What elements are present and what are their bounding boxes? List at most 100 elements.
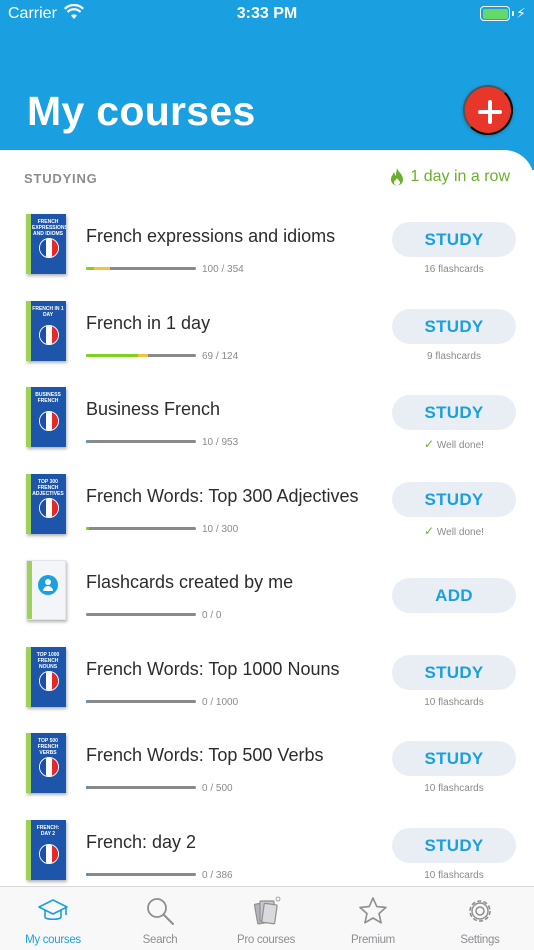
progress-learning — [86, 872, 89, 876]
battery-icon — [480, 6, 510, 21]
cover-spine — [26, 733, 31, 793]
course-row[interactable]: BUSINESS FRENCH Business French 10 / 953… — [0, 385, 534, 471]
course-row[interactable]: TOP 1000 FRENCH NOUNS French Words: Top … — [0, 645, 534, 731]
course-cover: FRENCH EXPRESSIONS AND IDIOMS — [26, 214, 66, 274]
course-cover — [26, 560, 66, 620]
course-title[interactable]: French expressions and idioms — [86, 226, 335, 247]
cover-title: TOP 300 FRENCH ADJECTIVES — [32, 478, 64, 497]
tab-settings[interactable]: Settings — [427, 887, 533, 950]
study-button[interactable]: STUDY — [392, 481, 516, 517]
study-button[interactable]: STUDY — [392, 395, 516, 430]
course-title[interactable]: French Words: Top 1000 Nouns — [86, 659, 339, 680]
page-title: My courses — [27, 88, 256, 134]
progress-learning — [137, 353, 148, 357]
france-flag-icon — [39, 843, 59, 864]
course-status: 16 flashcards — [424, 264, 484, 275]
cards-icon — [253, 896, 281, 925]
cover-title: TOP 1000 FRENCH NOUNS — [36, 651, 60, 670]
graduation-cap-icon — [38, 899, 68, 921]
course-cover: FRENCH: DAY 2 — [26, 819, 66, 880]
cover-title: TOP 500 FRENCH VERBS — [37, 738, 59, 756]
gear-icon — [469, 900, 491, 922]
course-title[interactable]: French: day 2 — [86, 832, 196, 853]
course-row[interactable]: FRENCH EXPRESSIONS AND IDIOMS French exp… — [0, 212, 534, 298]
check-icon: ✓ — [424, 523, 435, 538]
course-cover: TOP 300 FRENCH ADJECTIVES — [26, 473, 66, 534]
tab-label: Premium — [351, 934, 395, 946]
flame-icon — [391, 168, 404, 186]
search-icon — [147, 898, 174, 925]
study-button[interactable]: STUDY — [392, 827, 516, 863]
star-icon — [359, 897, 387, 924]
cover-spine — [26, 214, 31, 274]
tab-label: My courses — [25, 934, 81, 946]
tab-label: Settings — [460, 934, 500, 946]
course-title[interactable]: Business French — [86, 399, 220, 420]
course-row[interactable]: TOP 300 FRENCH ADJECTIVES French Words: … — [0, 472, 534, 558]
progress-bar — [86, 872, 196, 876]
add-course-button[interactable] — [463, 85, 513, 135]
course-list[interactable]: STUDYING 1 day in a row FRENCH EXPRESSIO… — [0, 150, 534, 890]
tab-my-courses[interactable]: My courses — [0, 887, 106, 950]
progress-known — [86, 526, 90, 530]
progress-text: 0 / 0 — [202, 610, 222, 621]
course-cover: TOP 500 FRENCH VERBS — [26, 733, 66, 793]
progress-text: 100 / 354 — [202, 264, 244, 275]
cover-title: FRENCH IN 1 DAY — [32, 305, 64, 318]
course-title[interactable]: French in 1 day — [86, 313, 210, 334]
tab-label: Search — [142, 934, 178, 946]
tab-search[interactable]: Search — [107, 887, 213, 950]
check-icon: ✓ — [424, 437, 435, 451]
add-flashcards-button[interactable]: ADD — [392, 578, 516, 613]
france-flag-icon — [39, 670, 59, 691]
cover-spine — [26, 646, 31, 707]
clock: 3:33 PM — [236, 5, 298, 22]
tab-bar: My courses Search Pro courses Premium Se… — [0, 886, 534, 950]
streak-text: 1 day in a row — [410, 168, 510, 185]
course-status: ✓ Well done! — [392, 437, 516, 451]
progress-bar — [86, 786, 196, 789]
progress-known — [86, 353, 138, 357]
cover-title: FRENCH: DAY 2 — [36, 824, 60, 837]
study-button[interactable]: STUDY — [392, 654, 516, 690]
course-status: ✓ Well done! — [392, 524, 516, 538]
cover-spine — [26, 819, 31, 880]
course-status: 9 flashcards — [427, 350, 481, 362]
progress-learning — [86, 440, 88, 443]
course-row[interactable]: FRENCH: DAY 2 French: day 2 0 / 386 STUD… — [0, 818, 534, 891]
tab-pro-courses[interactable]: Pro courses — [213, 887, 319, 950]
course-row[interactable]: FRENCH IN 1 DAY French in 1 day 69 / 124… — [0, 299, 534, 385]
progress-text: 69 / 124 — [202, 350, 239, 362]
progress-bar — [86, 267, 196, 270]
charging-icon: ⚡ — [516, 5, 526, 21]
progress-bar — [86, 526, 196, 530]
study-button[interactable]: STUDY — [392, 222, 516, 257]
course-status: 10 flashcards — [424, 869, 484, 881]
france-flag-icon — [39, 497, 59, 518]
course-title[interactable]: French Words: Top 300 Adjectives — [86, 486, 358, 507]
course-status-text: Well done! — [436, 526, 484, 538]
cover-spine — [26, 473, 31, 534]
course-cover: FRENCH IN 1 DAY — [26, 300, 66, 361]
course-row[interactable]: Flashcards created by me 0 / 0 ADD — [0, 558, 534, 644]
course-row[interactable]: TOP 500 FRENCH VERBS French Words: Top 5… — [0, 731, 534, 817]
study-button[interactable]: STUDY — [392, 308, 516, 344]
progress-text: 0 / 386 — [202, 869, 233, 881]
course-title[interactable]: French Words: Top 500 Verbs — [86, 745, 323, 766]
progress-known — [86, 267, 94, 270]
france-flag-icon — [39, 757, 59, 777]
course-cover: TOP 1000 FRENCH NOUNS — [26, 646, 66, 707]
progress-text: 10 / 953 — [202, 437, 239, 448]
cover-title: BUSINESS FRENCH — [35, 392, 61, 404]
course-title[interactable]: Flashcards created by me — [86, 572, 293, 593]
progress-learning — [93, 267, 111, 270]
progress-bar — [86, 353, 196, 357]
tab-premium[interactable]: Premium — [320, 887, 426, 950]
progress-text: 0 / 500 — [202, 783, 233, 794]
battery-tip — [512, 11, 514, 16]
cover-spine — [27, 561, 32, 619]
course-status-text: Well done! — [436, 440, 484, 451]
france-flag-icon — [39, 411, 59, 431]
study-button[interactable]: STUDY — [392, 741, 516, 776]
cover-spine — [26, 387, 31, 447]
